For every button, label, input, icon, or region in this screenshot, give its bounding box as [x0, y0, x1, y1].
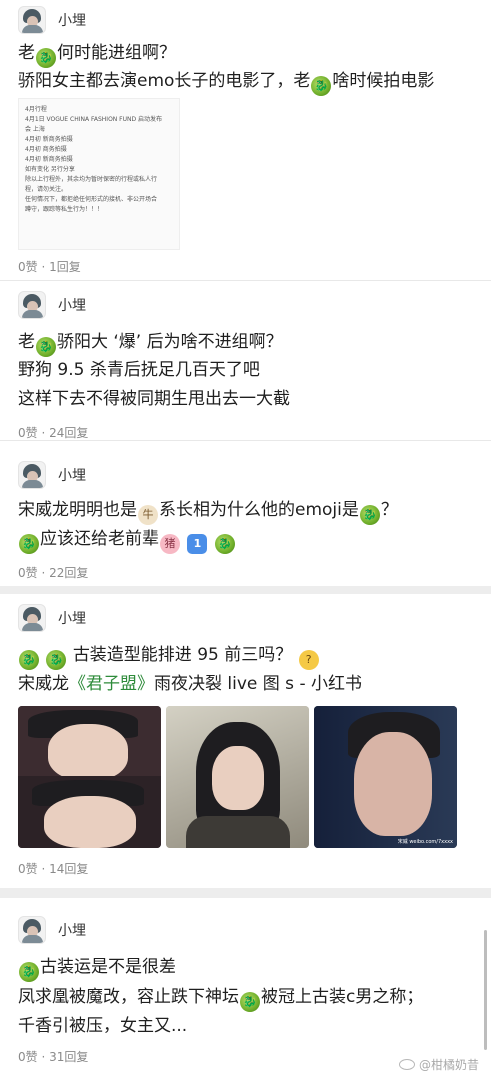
text: ？: [380, 500, 398, 520]
doc-line: 4月初 新商务拍摄: [25, 136, 73, 143]
doc-line: 4月初 商务拍摄: [25, 146, 67, 153]
photo-2-image[interactable]: [166, 706, 309, 848]
post-1: 小埋 老 🐉 何时能进组啊？ 骄阳女主都去演emo长子的电影了，老 🐉 啥时候拍电影 4…: [0, 0, 491, 280]
drama-title-link[interactable]: 《君子盟》: [69, 674, 154, 694]
text: 古装运是不是很差: [40, 957, 176, 977]
dragon-icon: 🐉: [36, 337, 56, 357]
username[interactable]: 小埋: [58, 295, 86, 315]
post-header: 小埋: [18, 4, 86, 36]
dragon-icon: 🐉: [359, 505, 380, 525]
like-reply-count[interactable]: 0赞 · 22回复: [18, 564, 88, 581]
dragon-icon: 🐉: [19, 962, 39, 982]
post-header: 小埋: [18, 914, 86, 946]
ox-icon: 牛: [138, 505, 158, 525]
dragon-icon: 🐉: [19, 534, 39, 554]
avatar[interactable]: [18, 6, 46, 34]
photo-1-image[interactable]: [18, 706, 161, 848]
text: 宋威龙明明也是: [18, 500, 137, 520]
weibo-logo-icon: [398, 1059, 415, 1070]
dragon-icon: 🐉: [36, 48, 56, 68]
text: 被冠上古装c男之称；: [261, 987, 424, 1007]
section-gap: [0, 586, 491, 594]
like-reply-count[interactable]: 0赞 · 1回复: [18, 258, 81, 275]
username[interactable]: 小埋: [58, 10, 86, 30]
post-text-line: 🐉 应该还给老前辈猪 1 🐉: [18, 526, 236, 554]
doc-line: 任何情况下，都拒绝任何形式的接机、非公开场合: [25, 196, 158, 203]
keycap-one-icon: 1: [187, 534, 208, 554]
dragon-icon: 🐉: [240, 992, 260, 1012]
avatar[interactable]: [18, 461, 46, 489]
text: 宋威龙: [18, 674, 69, 694]
watermark: @柑橘奶昔: [398, 1056, 479, 1073]
post-text-line: 宋威龙《君子盟》雨夜决裂 live 图 s - 小红书: [18, 671, 362, 697]
post-text-line: 千香引被压，女主又...: [18, 1016, 188, 1036]
post-3: 小埋 宋威龙明明也是牛系长相为什么他的emoji是 🐉？ 🐉 应该还给老前辈猪 1 …: [0, 441, 491, 586]
post-text-line: 这样下去不得被同期生甩出去一大截: [18, 389, 290, 409]
post-header: 小埋: [18, 289, 86, 321]
watermark-text: @柑橘奶昔: [418, 1058, 479, 1072]
photo-3-image[interactable]: 宋威 weibo.com/7xxxx: [314, 706, 457, 848]
schedule-screenshot-image[interactable]: 4月行程 4月1日 VOGUE CHINA FASHION FUND 启动发布 …: [18, 98, 180, 250]
avatar[interactable]: [18, 291, 46, 319]
text: 凤求凰被魔改，容止跌下神坛: [18, 987, 239, 1007]
username[interactable]: 小埋: [58, 608, 86, 628]
dragon-icon: 🐉: [46, 650, 67, 670]
thinking-face-icon: ?: [298, 650, 319, 670]
post-text-line: 凤求凰被魔改，容止跌下神坛 🐉 被冠上古装c男之称；: [18, 984, 423, 1012]
text: 骄阳大 ‘爆’ 后为啥不进组啊？: [57, 332, 283, 352]
dragon-icon: 🐉: [214, 534, 235, 554]
post-text-line: 野狗 9.5 杀青后抚足几百天了吧: [18, 360, 260, 380]
doc-line: 除以上行程外，其余均为暂时保密的行程或私人行: [25, 176, 158, 183]
username[interactable]: 小埋: [58, 920, 86, 940]
post-header: 小埋: [18, 602, 86, 634]
doc-line: 4月初 新商务拍摄: [25, 156, 73, 163]
doc-line: 会 上海: [25, 126, 45, 133]
username[interactable]: 小埋: [58, 465, 86, 485]
avatar[interactable]: [18, 604, 46, 632]
section-gap: [0, 888, 491, 898]
post-text-line: 🐉 🐉 古装造型能排进 95 前三吗？ ?: [18, 642, 320, 670]
post-5: 小埋 🐉 古装运是不是很差 凤求凰被魔改，容止跌下神坛 🐉 被冠上古装c男之称； 千香…: [0, 898, 491, 1080]
doc-line: 如有变化 另行分享: [25, 166, 75, 173]
doc-line: 程，请勿关注。: [25, 186, 68, 193]
doc-line: 4月行程: [25, 106, 47, 113]
avatar[interactable]: [18, 916, 46, 944]
post-text-line: 老 🐉 骄阳大 ‘爆’ 后为啥不进组啊？: [18, 329, 283, 357]
pig-icon: 猪: [160, 534, 180, 554]
post-2: 小埋 老 🐉 骄阳大 ‘爆’ 后为啥不进组啊？ 野狗 9.5 杀青后抚足几百天了吧 …: [0, 281, 491, 441]
like-reply-count[interactable]: 0赞 · 31回复: [18, 1048, 88, 1065]
text: 老: [18, 332, 35, 352]
post-text-line: 骄阳女主都去演emo长子的电影了，老 🐉 啥时候拍电影: [18, 68, 434, 96]
like-reply-count[interactable]: 0赞 · 14回复: [18, 860, 88, 877]
doc-line: 4月1日 VOGUE CHINA FASHION FUND 启动发布: [25, 116, 163, 123]
text: 雨夜决裂 live 图 s - 小红书: [154, 674, 362, 694]
post-text-line: 老 🐉 何时能进组啊？: [18, 40, 176, 68]
text: 骄阳女主都去演emo长子的电影了，老: [18, 71, 311, 91]
text: 啥时候拍电影: [332, 71, 435, 91]
text: 古装造型能排进 95 前三吗？: [72, 645, 293, 665]
post-header: 小埋: [18, 459, 86, 491]
text: 应该还给老前辈: [40, 529, 159, 549]
dragon-icon: 🐉: [19, 650, 39, 670]
text: 何时能进组啊？: [57, 43, 176, 63]
dragon-icon: 🐉: [311, 76, 332, 96]
photo-caption: 宋威 weibo.com/7xxxx: [397, 839, 453, 845]
scrollbar[interactable]: [484, 930, 487, 1050]
like-reply-count[interactable]: 0赞 · 24回复: [18, 424, 88, 441]
doc-line: 蹲守，跟踪等私生行为！！！: [25, 206, 104, 213]
post-text-line: 宋威龙明明也是牛系长相为什么他的emoji是 🐉？: [18, 497, 398, 525]
text: 老: [18, 43, 35, 63]
post-text-line: 🐉 古装运是不是很差: [18, 954, 176, 982]
text: 系长相为什么他的emoji是: [159, 500, 359, 520]
